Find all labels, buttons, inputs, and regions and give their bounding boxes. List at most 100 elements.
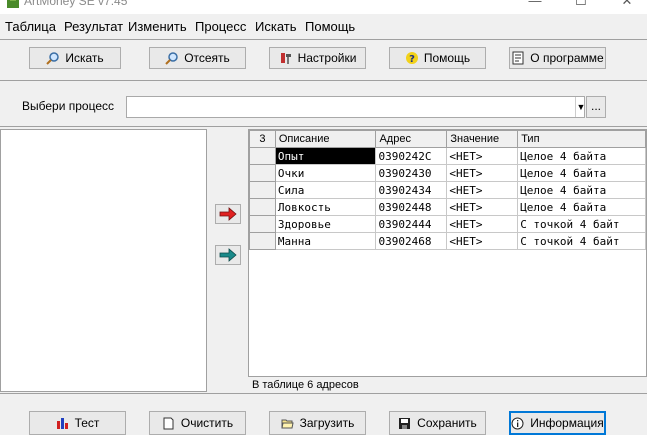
row-number [249, 232, 276, 250]
about-button-label: О программе [530, 51, 604, 65]
info-icon [511, 417, 524, 429]
cell-address[interactable]: 03902444 [375, 215, 448, 233]
cell-type[interactable]: С точкой 4 байт [517, 232, 646, 250]
process-divider [0, 126, 647, 127]
menu-divider [0, 39, 647, 40]
document-icon [512, 51, 524, 65]
arrow-right-icon [219, 207, 237, 221]
menu-result[interactable]: Результат [64, 19, 123, 34]
cell-address[interactable]: 03902430 [375, 164, 448, 182]
column-address[interactable]: Адрес [375, 130, 448, 148]
column-description[interactable]: Описание [274, 130, 377, 148]
cell-value[interactable]: <НЕТ> [446, 232, 519, 250]
help-button[interactable]: ? Помощь [389, 47, 486, 69]
cell-type[interactable]: Целое 4 байта [517, 164, 646, 182]
cell-value[interactable]: <НЕТ> [446, 164, 519, 182]
cell-description[interactable]: Опыт [274, 147, 377, 165]
question-icon: ? [405, 52, 418, 65]
results-list[interactable] [0, 129, 207, 392]
menu-search[interactable]: Искать [255, 19, 297, 34]
move-to-table-button[interactable] [215, 245, 241, 265]
table-row[interactable]: Ловкость 03902448 <НЕТ> Целое 4 байта [249, 198, 646, 216]
settings-button-label: Настройки [297, 51, 357, 65]
table-row[interactable]: Манна 03902468 <НЕТ> С точкой 4 байт [249, 232, 646, 250]
table-row[interactable]: Опыт 0390242C <НЕТ> Целое 4 байта [249, 147, 646, 165]
menu-bar: Таблица Результат Изменить Процесс Искат… [0, 16, 647, 38]
cell-description[interactable]: Сила [274, 181, 377, 199]
minimize-button[interactable]: — [520, 0, 550, 11]
svg-text:?: ? [409, 54, 415, 65]
cell-value[interactable]: <НЕТ> [446, 147, 519, 165]
load-button-label: Загрузить [299, 416, 355, 430]
process-label: Выбери процесс [22, 99, 115, 113]
cell-value[interactable]: <НЕТ> [446, 215, 519, 233]
toolbar-divider [0, 80, 647, 81]
cell-type[interactable]: Целое 4 байта [517, 181, 646, 199]
clear-button[interactable]: Очистить [149, 411, 246, 435]
cell-address[interactable]: 03902468 [375, 232, 448, 250]
test-button[interactable]: Тест [29, 411, 126, 435]
info-button-label: Информация [530, 416, 604, 430]
settings-button[interactable]: Настройки [269, 47, 366, 69]
row-number [249, 215, 276, 233]
search-button-label: Искать [65, 51, 104, 65]
table-status: В таблице 6 адресов [252, 379, 359, 391]
cell-value[interactable]: <НЕТ> [446, 198, 519, 216]
info-button[interactable]: Информация [509, 411, 606, 435]
filter-button[interactable]: Отсеять [149, 47, 246, 69]
cell-type[interactable]: Целое 4 байта [517, 198, 646, 216]
title-bar: ArtMoney SE v7.45 — ☐ ✕ [0, 0, 647, 14]
blank-page-icon [163, 417, 174, 429]
tools-icon [280, 53, 291, 64]
process-browse-button[interactable]: ... [586, 96, 606, 118]
address-table[interactable]: 3 Описание Адрес Значение Тип Опыт 03902… [248, 129, 647, 377]
help-button-label: Помощь [423, 51, 471, 65]
row-number [249, 164, 276, 182]
maximize-button[interactable]: ☐ [566, 0, 596, 11]
close-button[interactable]: ✕ [612, 0, 642, 11]
process-select[interactable] [126, 96, 585, 118]
search-button[interactable]: Искать [29, 47, 121, 69]
cell-description[interactable]: Очки [274, 164, 377, 182]
menu-process[interactable]: Процесс [195, 19, 246, 34]
table-row[interactable]: Здоровье 03902444 <НЕТ> С точкой 4 байт [249, 215, 646, 233]
arrow-right-icon [219, 248, 237, 262]
row-number [249, 181, 276, 199]
clear-button-label: Очистить [180, 416, 234, 430]
save-button-label: Сохранить [417, 416, 477, 430]
menu-table[interactable]: Таблица [5, 19, 56, 34]
window-title: ArtMoney SE v7.45 [24, 0, 128, 8]
cell-description[interactable]: Манна [274, 232, 377, 250]
app-icon [7, 0, 19, 8]
menu-help[interactable]: Помощь [305, 19, 355, 34]
magnifier-icon [46, 52, 60, 65]
magnifier-icon [165, 52, 178, 65]
row-number [249, 147, 276, 165]
menu-edit[interactable]: Изменить [128, 19, 187, 34]
load-button[interactable]: Загрузить [269, 411, 366, 435]
cell-address[interactable]: 03902434 [375, 181, 448, 199]
count-header[interactable]: 3 [249, 130, 276, 148]
filter-button-label: Отсеять [184, 51, 230, 65]
about-button[interactable]: О программе [509, 47, 606, 69]
cell-description[interactable]: Ловкость [274, 198, 377, 216]
save-button[interactable]: Сохранить [389, 411, 486, 435]
cell-type[interactable]: Целое 4 байта [517, 147, 646, 165]
folder-open-icon [280, 419, 294, 428]
cell-type[interactable]: С точкой 4 байт [517, 215, 646, 233]
table-header-row: 3 Описание Адрес Значение Тип [249, 130, 646, 148]
cell-description[interactable]: Здоровье [274, 215, 377, 233]
floppy-disk-icon [399, 417, 411, 429]
column-value[interactable]: Значение [446, 130, 519, 148]
add-to-table-button[interactable] [215, 204, 241, 224]
column-type[interactable]: Тип [517, 130, 646, 148]
chart-icon [56, 417, 68, 429]
row-number [249, 198, 276, 216]
bottom-divider [0, 393, 647, 394]
cell-address[interactable]: 03902448 [375, 198, 448, 216]
table-row[interactable]: Очки 03902430 <НЕТ> Целое 4 байта [249, 164, 646, 182]
cell-address[interactable]: 0390242C [375, 147, 448, 165]
table-row[interactable]: Сила 03902434 <НЕТ> Целое 4 байта [249, 181, 646, 199]
cell-value[interactable]: <НЕТ> [446, 181, 519, 199]
chevron-down-icon[interactable]: ▼ [575, 97, 586, 117]
